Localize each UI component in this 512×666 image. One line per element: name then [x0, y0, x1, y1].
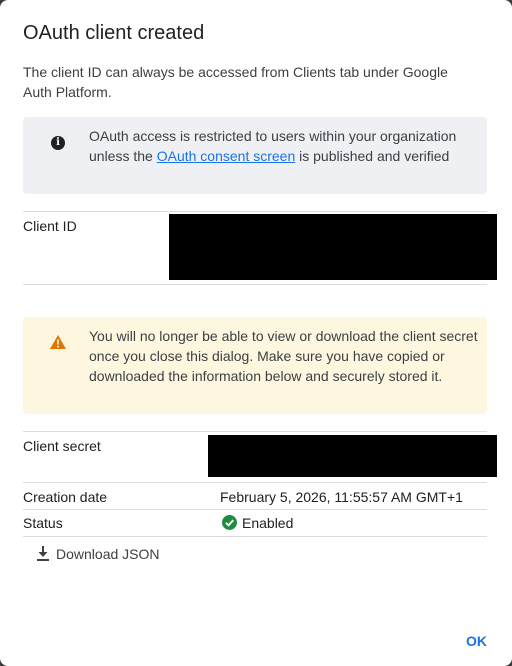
- divider: [23, 431, 487, 432]
- status-value: Enabled: [242, 515, 294, 531]
- ok-button[interactable]: OK: [466, 633, 487, 649]
- client-secret-label: Client secret: [23, 438, 101, 454]
- oauth-consent-screen-link[interactable]: OAuth consent screen: [157, 148, 296, 164]
- divider: [23, 211, 487, 212]
- warning-icon: [50, 335, 66, 349]
- divider: [23, 482, 487, 483]
- divider: [23, 509, 487, 510]
- info-text: OAuth access is restricted to users with…: [89, 126, 469, 166]
- client-id-redacted: [169, 214, 497, 280]
- dialog-title: OAuth client created: [23, 22, 205, 44]
- divider: [23, 284, 487, 285]
- info-text-after: is published and verified: [295, 148, 450, 164]
- check-circle-icon: [222, 515, 237, 530]
- creation-date-value: February 5, 2026, 11:55:57 AM GMT+1: [220, 489, 463, 505]
- warning-banner: You will no longer be able to view or do…: [23, 317, 487, 414]
- info-icon: i: [51, 136, 65, 150]
- dialog-subtitle: The client ID can always be accessed fro…: [23, 64, 448, 100]
- download-json-label: Download JSON: [56, 546, 160, 562]
- client-id-label: Client ID: [23, 218, 77, 234]
- info-banner: i OAuth access is restricted to users wi…: [23, 117, 487, 194]
- status-label: Status: [23, 515, 63, 531]
- client-secret-redacted: [208, 435, 497, 477]
- creation-date-label: Creation date: [23, 489, 108, 505]
- warning-text: You will no longer be able to view or do…: [89, 328, 478, 384]
- download-icon: [37, 546, 49, 561]
- divider: [23, 536, 487, 537]
- oauth-client-dialog: OAuth client created The client ID can a…: [0, 0, 512, 666]
